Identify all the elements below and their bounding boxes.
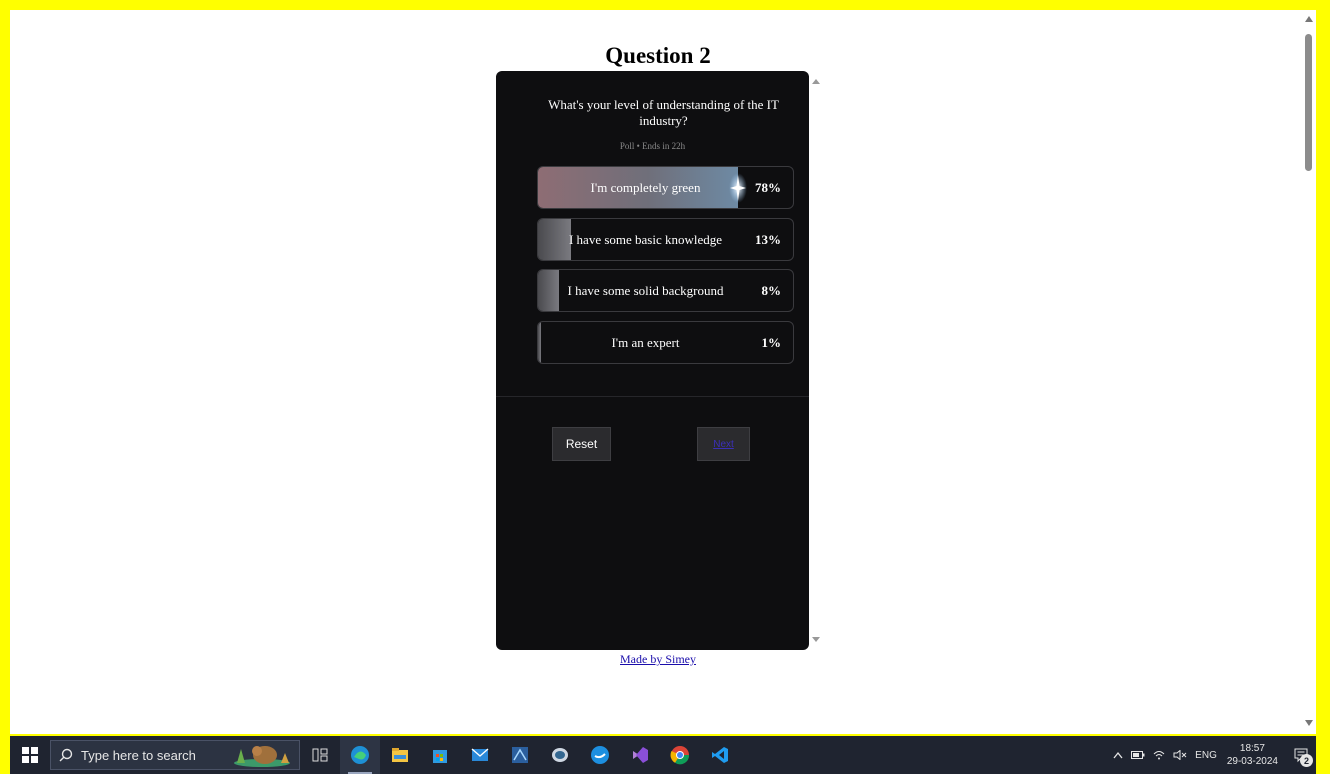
- poll-option-label: I'm an expert: [611, 334, 680, 350]
- scroll-down-icon[interactable]: [1305, 720, 1313, 726]
- browser-viewport: Question 2 What's your level of understa…: [10, 10, 1316, 734]
- scroll-down-icon[interactable]: [812, 637, 820, 642]
- windows-icon: [22, 747, 38, 763]
- notification-center-button[interactable]: 2: [1286, 736, 1316, 774]
- scroll-up-icon[interactable]: [812, 79, 820, 84]
- vscode-icon: [712, 747, 728, 763]
- azure-data-studio-button[interactable]: [500, 736, 540, 774]
- search-icon: [59, 748, 73, 762]
- taskbar-search[interactable]: Type here to search: [50, 740, 300, 770]
- microsoft-store-button[interactable]: [420, 736, 460, 774]
- clock-date: 29-03-2024: [1226, 756, 1278, 767]
- chrome-button[interactable]: [660, 736, 700, 774]
- scroll-up-icon[interactable]: [1305, 16, 1313, 22]
- divider: [496, 396, 809, 397]
- visual-studio-icon: [633, 747, 648, 763]
- volume-muted-icon[interactable]: [1173, 750, 1187, 760]
- language-indicator[interactable]: ENG: [1195, 750, 1217, 761]
- page-scrollbar[interactable]: [1302, 10, 1316, 734]
- reset-button[interactable]: Reset: [552, 427, 611, 461]
- microsoft-store-icon: [433, 750, 447, 763]
- next-button[interactable]: Next: [697, 427, 750, 461]
- page-title: Question 2: [605, 43, 711, 68]
- poll-question: What's your level of understanding of th…: [548, 97, 779, 128]
- poll-option-percent: 13%: [755, 231, 781, 247]
- edge-taskbar-button[interactable]: [340, 736, 380, 774]
- battery-icon[interactable]: [1131, 751, 1145, 759]
- poll-option-label: I have some basic knowledge: [568, 231, 723, 247]
- docker-icon: [591, 746, 609, 764]
- pgadmin-icon: [552, 748, 568, 762]
- poll-frame-scrollbar[interactable]: [809, 71, 823, 650]
- poll-option-1[interactable]: I'm completely green 78%: [537, 166, 794, 209]
- poll-option-label: I have some solid background: [567, 282, 724, 298]
- search-placeholder: Type here to search: [81, 747, 196, 763]
- system-tray: ENG 18:57 29-03-2024 2: [1109, 736, 1316, 774]
- clock-time: 18:57: [1239, 743, 1265, 754]
- wifi-icon[interactable]: [1153, 750, 1165, 760]
- taskbar: Type here to search ENG 18:57 29-03-2024…: [10, 736, 1316, 774]
- task-view-button[interactable]: [300, 736, 340, 774]
- start-button[interactable]: [10, 736, 50, 774]
- vscode-button[interactable]: [700, 736, 740, 774]
- poll-option-percent: 78%: [755, 179, 781, 195]
- chrome-icon: [670, 746, 690, 765]
- made-by-link[interactable]: Made by Simey: [10, 652, 1306, 667]
- mail-icon: [471, 748, 489, 761]
- edge-icon: [351, 746, 369, 764]
- azure-data-studio-icon: [512, 747, 528, 763]
- clock[interactable]: 18:57 29-03-2024: [1227, 742, 1278, 768]
- notification-badge: 2: [1300, 754, 1313, 767]
- mail-button[interactable]: [460, 736, 500, 774]
- file-explorer-button[interactable]: [380, 736, 420, 774]
- visual-studio-button[interactable]: [620, 736, 660, 774]
- poll-option-percent: 8%: [761, 282, 782, 298]
- file-explorer-icon: [392, 748, 408, 762]
- task-view-icon: [312, 748, 328, 762]
- poll-option-label: I'm completely green: [590, 179, 701, 195]
- chevron-up-icon[interactable]: [1113, 751, 1123, 759]
- poll-option-percent: 1%: [761, 334, 782, 350]
- pgadmin-button[interactable]: [540, 736, 580, 774]
- poll-option-2[interactable]: I have some basic knowledge 13%: [537, 218, 794, 261]
- docker-button[interactable]: [580, 736, 620, 774]
- poll-option-3[interactable]: I have some solid background 8%: [537, 269, 794, 312]
- poll-meta: Poll • Ends in 22h: [619, 141, 686, 151]
- poll-card: What's your level of understanding of th…: [496, 71, 809, 650]
- poll-option-4[interactable]: I'm an expert 1%: [537, 321, 794, 364]
- search-highlight-icon: [234, 746, 290, 767]
- scrollbar-thumb[interactable]: [1305, 34, 1312, 171]
